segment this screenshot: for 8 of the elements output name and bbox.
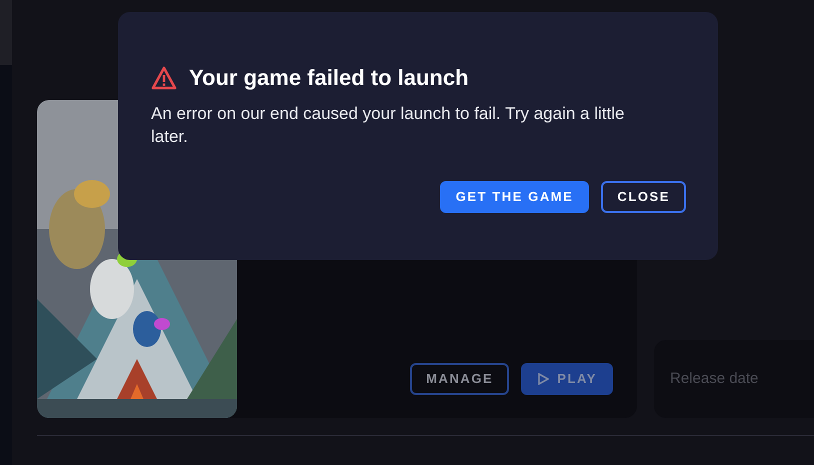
action-button[interactable]: MANAGE: [410, 363, 510, 395]
warning-icon: [151, 66, 177, 90]
dialog-message: An error on our end caused your launch to fail. Try again a little later.: [151, 103, 626, 148]
dialog-title: Your game failed to launch: [189, 64, 469, 92]
action-button[interactable]: CLOSE: [601, 181, 686, 213]
action-button[interactable]: GET THE GAME: [440, 181, 590, 213]
play-icon: [537, 373, 550, 385]
release-date-label: Release date: [670, 368, 758, 389]
